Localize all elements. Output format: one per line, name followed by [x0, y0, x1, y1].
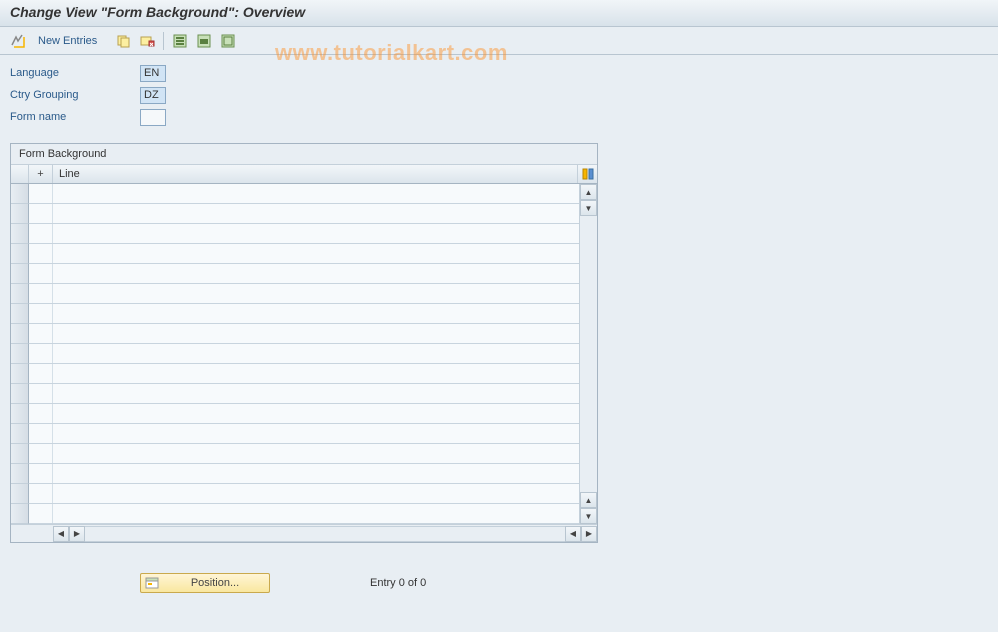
table-panel: Form Background + Line ▲ ▼ ▲ ▼ ◀ ▶ [10, 143, 598, 543]
page-title: Change View "Form Background": Overview [0, 0, 998, 27]
row-header[interactable] [11, 204, 29, 224]
field-row-formname: Form name [10, 107, 988, 127]
col-plus-header[interactable]: + [29, 165, 53, 183]
deselect-all-icon[interactable] [218, 31, 238, 51]
table-row[interactable] [29, 424, 579, 444]
scroll-right-icon[interactable]: ▶ [581, 526, 597, 542]
scroll-left-icon[interactable]: ◀ [53, 526, 69, 542]
v-scrollbar[interactable]: ▲ ▼ ▲ ▼ [579, 184, 597, 524]
entry-count-text: Entry 0 of 0 [370, 577, 426, 589]
select-block-icon[interactable] [194, 31, 214, 51]
row-header[interactable] [11, 504, 29, 524]
row-header[interactable] [11, 184, 29, 204]
table-config-icon[interactable] [577, 165, 597, 183]
table-row[interactable] [29, 384, 579, 404]
row-header[interactable] [11, 404, 29, 424]
row-header[interactable] [11, 284, 29, 304]
scroll-right-a-icon[interactable]: ▶ [69, 526, 85, 542]
new-entries-button[interactable]: New Entries [32, 33, 103, 49]
language-value[interactable]: EN [140, 65, 166, 82]
table-row[interactable] [29, 244, 579, 264]
ctry-label: Ctry Grouping [10, 89, 140, 101]
position-label: Position... [165, 577, 265, 589]
delete-icon[interactable] [137, 31, 157, 51]
row-header[interactable] [11, 464, 29, 484]
scroll-down-icon[interactable]: ▼ [580, 508, 597, 524]
table-body: ▲ ▼ ▲ ▼ [11, 184, 597, 524]
col-select-all[interactable] [11, 165, 29, 183]
table-row[interactable] [29, 404, 579, 424]
row-headers [11, 184, 29, 524]
field-row-ctry: Ctry Grouping DZ [10, 85, 988, 105]
table-row[interactable] [29, 464, 579, 484]
row-header[interactable] [11, 424, 29, 444]
table-row[interactable] [29, 484, 579, 504]
content-area: Language EN Ctry Grouping DZ Form name F… [0, 55, 998, 601]
field-row-language: Language EN [10, 63, 988, 83]
table-row[interactable] [29, 444, 579, 464]
position-icon [145, 576, 159, 590]
position-button[interactable]: Position... [140, 573, 270, 593]
select-all-icon[interactable] [170, 31, 190, 51]
table-row[interactable] [29, 504, 579, 524]
formname-label: Form name [10, 111, 140, 123]
ctry-value[interactable]: DZ [140, 87, 166, 104]
toolbar: New Entries [0, 27, 998, 55]
table-row[interactable] [29, 264, 579, 284]
table-row[interactable] [29, 184, 579, 204]
table-row[interactable] [29, 304, 579, 324]
table-caption: Form Background [11, 144, 597, 164]
row-header[interactable] [11, 304, 29, 324]
row-header[interactable] [11, 384, 29, 404]
table-row[interactable] [29, 204, 579, 224]
row-header[interactable] [11, 444, 29, 464]
formname-value[interactable] [140, 109, 166, 126]
table-row[interactable] [29, 344, 579, 364]
toolbar-separator [163, 32, 164, 50]
table-row[interactable] [29, 284, 579, 304]
scroll-down-top-icon[interactable]: ▼ [580, 200, 597, 216]
table-header: + Line [11, 164, 597, 184]
scroll-up-icon[interactable]: ▲ [580, 184, 597, 200]
scroll-track[interactable] [580, 216, 597, 492]
table-row[interactable] [29, 364, 579, 384]
row-header[interactable] [11, 344, 29, 364]
table-row[interactable] [29, 324, 579, 344]
scroll-left-b-icon[interactable]: ◀ [565, 526, 581, 542]
copy-icon[interactable] [113, 31, 133, 51]
row-header[interactable] [11, 364, 29, 384]
footer: Position... Entry 0 of 0 [10, 573, 988, 593]
toggle-icon[interactable] [8, 31, 28, 51]
language-label: Language [10, 67, 140, 79]
h-scrollbar[interactable]: ◀ ▶ ◀ ▶ [11, 524, 597, 542]
table-row[interactable] [29, 224, 579, 244]
row-header[interactable] [11, 324, 29, 344]
row-header[interactable] [11, 264, 29, 284]
row-header[interactable] [11, 484, 29, 504]
row-header[interactable] [11, 244, 29, 264]
row-header[interactable] [11, 224, 29, 244]
scroll-track-h[interactable] [85, 526, 565, 542]
scroll-up-bottom-icon[interactable]: ▲ [580, 492, 597, 508]
table-rows [29, 184, 579, 524]
col-line-header[interactable]: Line [53, 165, 577, 183]
